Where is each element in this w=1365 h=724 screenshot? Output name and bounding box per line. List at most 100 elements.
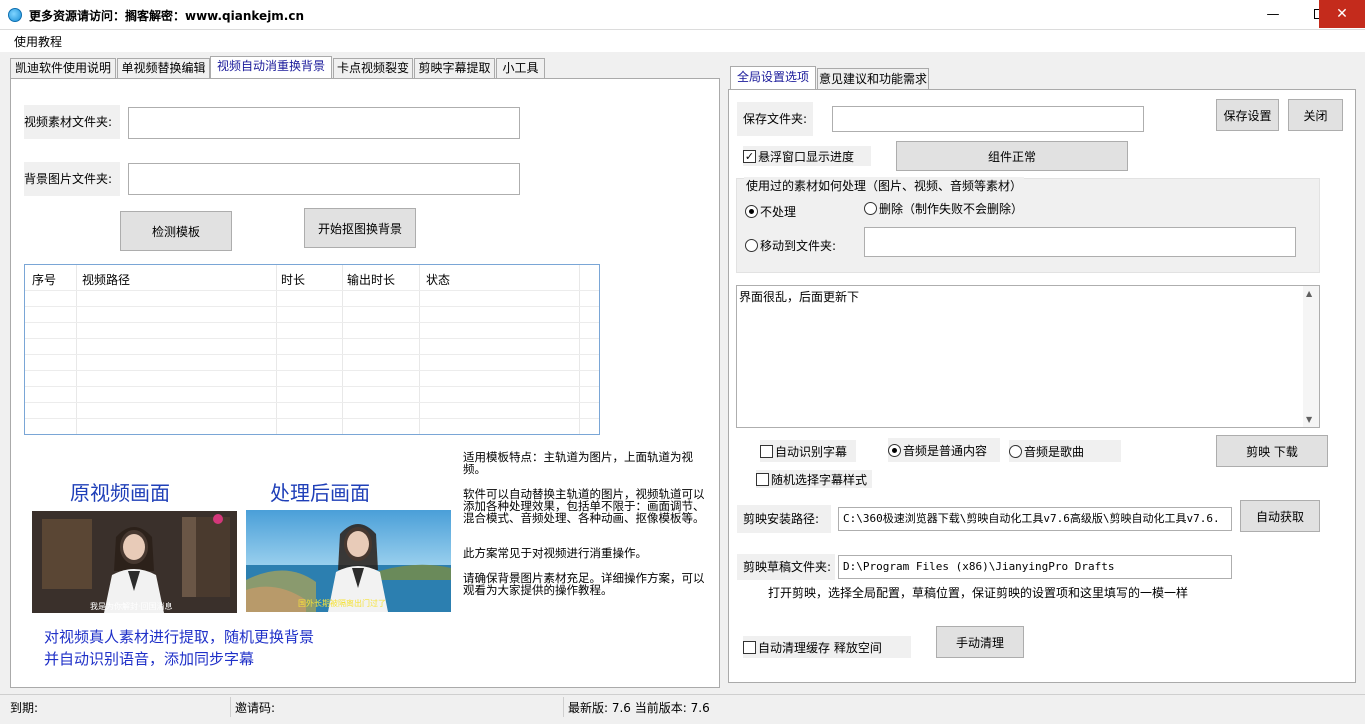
audio-song-label: 音频是歌曲 [1024,444,1085,459]
row-divider [25,370,599,371]
start-matting-button[interactable]: 开始抠图换背景 [304,208,416,248]
float-progress-label: 悬浮窗口显示进度 [758,149,855,164]
tab-tools[interactable]: 小工具 [496,58,545,78]
notes-textarea[interactable]: 界面很乱，后面更新下 ▲ ▼ [736,285,1320,428]
radio-unselected-icon[interactable] [745,238,758,252]
float-progress-checkbox[interactable]: ✓ 悬浮窗口显示进度 [743,146,871,166]
menu-bar: 使用教程 [0,30,1365,52]
original-scene-illustration [32,511,237,613]
description-paragraph: 软件可以自动替换主轨道的图片，视频轨道可以添加各种处理效果，包括单不限于：画面调… [463,487,705,525]
radio-unselected-icon[interactable] [1009,444,1022,458]
column-header-index[interactable]: 序号 [32,271,56,288]
status-divider [563,697,564,717]
row-divider [25,322,599,323]
preview-caption-line2: 并自动识别语音，添加同步字幕 [44,650,255,668]
column-header-output-duration[interactable]: 输出时长 [347,271,395,288]
random-subtitle-style-checkbox[interactable]: 随机选择字幕样式 [756,470,872,488]
radio-no-action-label: 不处理 [760,204,797,219]
row-divider [25,386,599,387]
row-divider [25,290,599,291]
description-paragraph: 此方案常见于对视频进行消重操作。 [463,546,647,560]
checkbox-checked-icon[interactable]: ✓ [743,149,756,163]
radio-audio-normal[interactable]: 音频是普通内容 [888,438,1000,462]
drafts-folder-label: 剪映草稿文件夹: [737,554,835,580]
row-divider [25,418,599,419]
audio-normal-label: 音频是普通内容 [903,443,988,458]
tab-single-video-edit[interactable]: 单视频替换编辑 [117,58,210,78]
radio-move-label: 移动到文件夹: [760,238,837,253]
move-folder-input[interactable] [864,227,1296,257]
checkbox-unchecked-icon[interactable] [760,444,773,458]
window-title: 更多资源请访问：搁客解密：www.qiankejm.cn [29,9,305,23]
auto-get-button[interactable]: 自动获取 [1240,500,1320,532]
radio-selected-icon[interactable] [888,443,901,457]
detect-template-button[interactable]: 检测模板 [120,211,232,251]
description-paragraph: 请确保背景图片素材充足。详细操作方案，可以观看为大家提供的操作教程。 [463,571,705,597]
auto-clean-cache-label: 自动清理缓存 释放空间 [758,640,882,655]
tab-subtitle-extract[interactable]: 剪映字幕提取 [414,58,495,78]
scroll-up-icon[interactable]: ▲ [1306,289,1312,298]
radio-move-to-folder[interactable]: 移动到文件夹: [745,236,836,254]
title-bar: 更多资源请访问：搁客解密：www.qiankejm.cn — ✕ [0,0,1365,30]
expiry-status: 到期: [10,701,39,715]
row-divider [25,306,599,307]
save-folder-input[interactable] [832,106,1144,132]
group-title: 使用过的素材如何处理（图片、视频、音频等素材） [744,177,1025,194]
drafts-hint: 打开剪映，选择全局配置，草稿位置，保证剪映的设置项和这里填写的一模一样 [768,586,1189,600]
auto-subtitle-checkbox[interactable]: 自动识别字幕 [760,440,856,462]
minimize-button[interactable]: — [1250,0,1296,28]
row-divider [25,338,599,339]
video-folder-input[interactable] [128,107,520,139]
video-table[interactable]: 序号 视频路径 时长 输出时长 状态 [24,264,600,435]
original-video-thumbnail: 我是为你解封·回国消息 [32,511,237,613]
column-header-path[interactable]: 视频路径 [82,271,130,288]
jianying-download-button[interactable]: 剪映 下载 [1216,435,1328,467]
column-header-status[interactable]: 状态 [426,271,450,288]
scroll-down-icon[interactable]: ▼ [1306,415,1312,424]
column-header-duration[interactable]: 时长 [281,271,305,288]
checkbox-unchecked-icon[interactable] [743,640,756,654]
app-icon [8,8,22,22]
status-bar: 到期: 邀请码: 最新版: 7.6 当前版本: 7.6 [0,694,1365,724]
original-heading: 原视频画面 [70,481,170,505]
manual-clean-button[interactable]: 手动清理 [936,626,1024,658]
bg-folder-label: 背景图片文件夹: [24,162,120,196]
tab-feedback[interactable]: 意见建议和功能需求 [817,68,929,89]
notes-scrollbar[interactable]: ▲ ▼ [1303,286,1319,427]
install-path-input[interactable]: C:\360极速浏览器下载\剪映自动化工具v7.6高级版\剪映自动化工具v7.6… [838,507,1232,531]
radio-no-action[interactable]: 不处理 [745,202,796,220]
video-folder-label: 视频素材文件夹: [24,105,120,139]
checkbox-unchecked-icon[interactable] [756,472,769,486]
row-divider [25,402,599,403]
save-settings-button[interactable]: 保存设置 [1216,99,1279,131]
radio-unselected-icon[interactable] [864,201,877,215]
radio-delete[interactable]: 删除（制作失败不会删除） [864,199,1023,217]
notes-text: 界面很乱，后面更新下 [739,290,860,304]
auto-subtitle-label: 自动识别字幕 [775,444,848,459]
component-status-button[interactable]: 组件正常 [896,141,1128,171]
status-divider [230,697,231,717]
tab-auto-dedupe-background[interactable]: 视频自动消重换背景 [210,56,332,79]
preview-caption-line1: 对视频真人素材进行提取，随机更换背景 [44,628,315,646]
demo-preview-image: 原视频画面 处理后画面 我是为你解封·回国消息 国外长期被隔离出门过了 对视频真… [24,452,451,668]
radio-delete-label: 删除（制作失败不会删除） [879,201,1024,216]
close-window-button[interactable]: ✕ [1319,0,1365,28]
processed-thumb-subtitle: 国外长期被隔离出门过了 [298,599,386,608]
auto-clean-cache-checkbox[interactable]: 自动清理缓存 释放空间 [743,636,911,658]
close-button[interactable]: 关闭 [1288,99,1343,131]
original-thumb-subtitle: 我是为你解封·回国消息 [90,602,173,611]
processed-video-thumbnail: 国外长期被隔离出门过了 [246,510,451,612]
save-folder-label: 保存文件夹: [737,102,813,136]
processed-scene-illustration [246,510,451,612]
drafts-folder-input[interactable]: D:\Program Files (x86)\JianyingPro Draft… [838,555,1232,579]
processed-heading: 处理后画面 [270,481,370,505]
tab-kaidi-guide[interactable]: 凯迪软件使用说明 [10,58,116,78]
radio-audio-song[interactable]: 音频是歌曲 [1009,440,1121,462]
radio-selected-icon[interactable] [745,204,758,218]
tab-beat-video-fission[interactable]: 卡点视频裂变 [333,58,413,78]
bg-folder-input[interactable] [128,163,520,195]
tab-global-settings[interactable]: 全局设置选项 [730,66,816,90]
menu-item-tutorial[interactable]: 使用教程 [14,33,62,50]
random-subtitle-style-label: 随机选择字幕样式 [771,472,868,487]
install-path-label: 剪映安装路径: [737,505,831,533]
